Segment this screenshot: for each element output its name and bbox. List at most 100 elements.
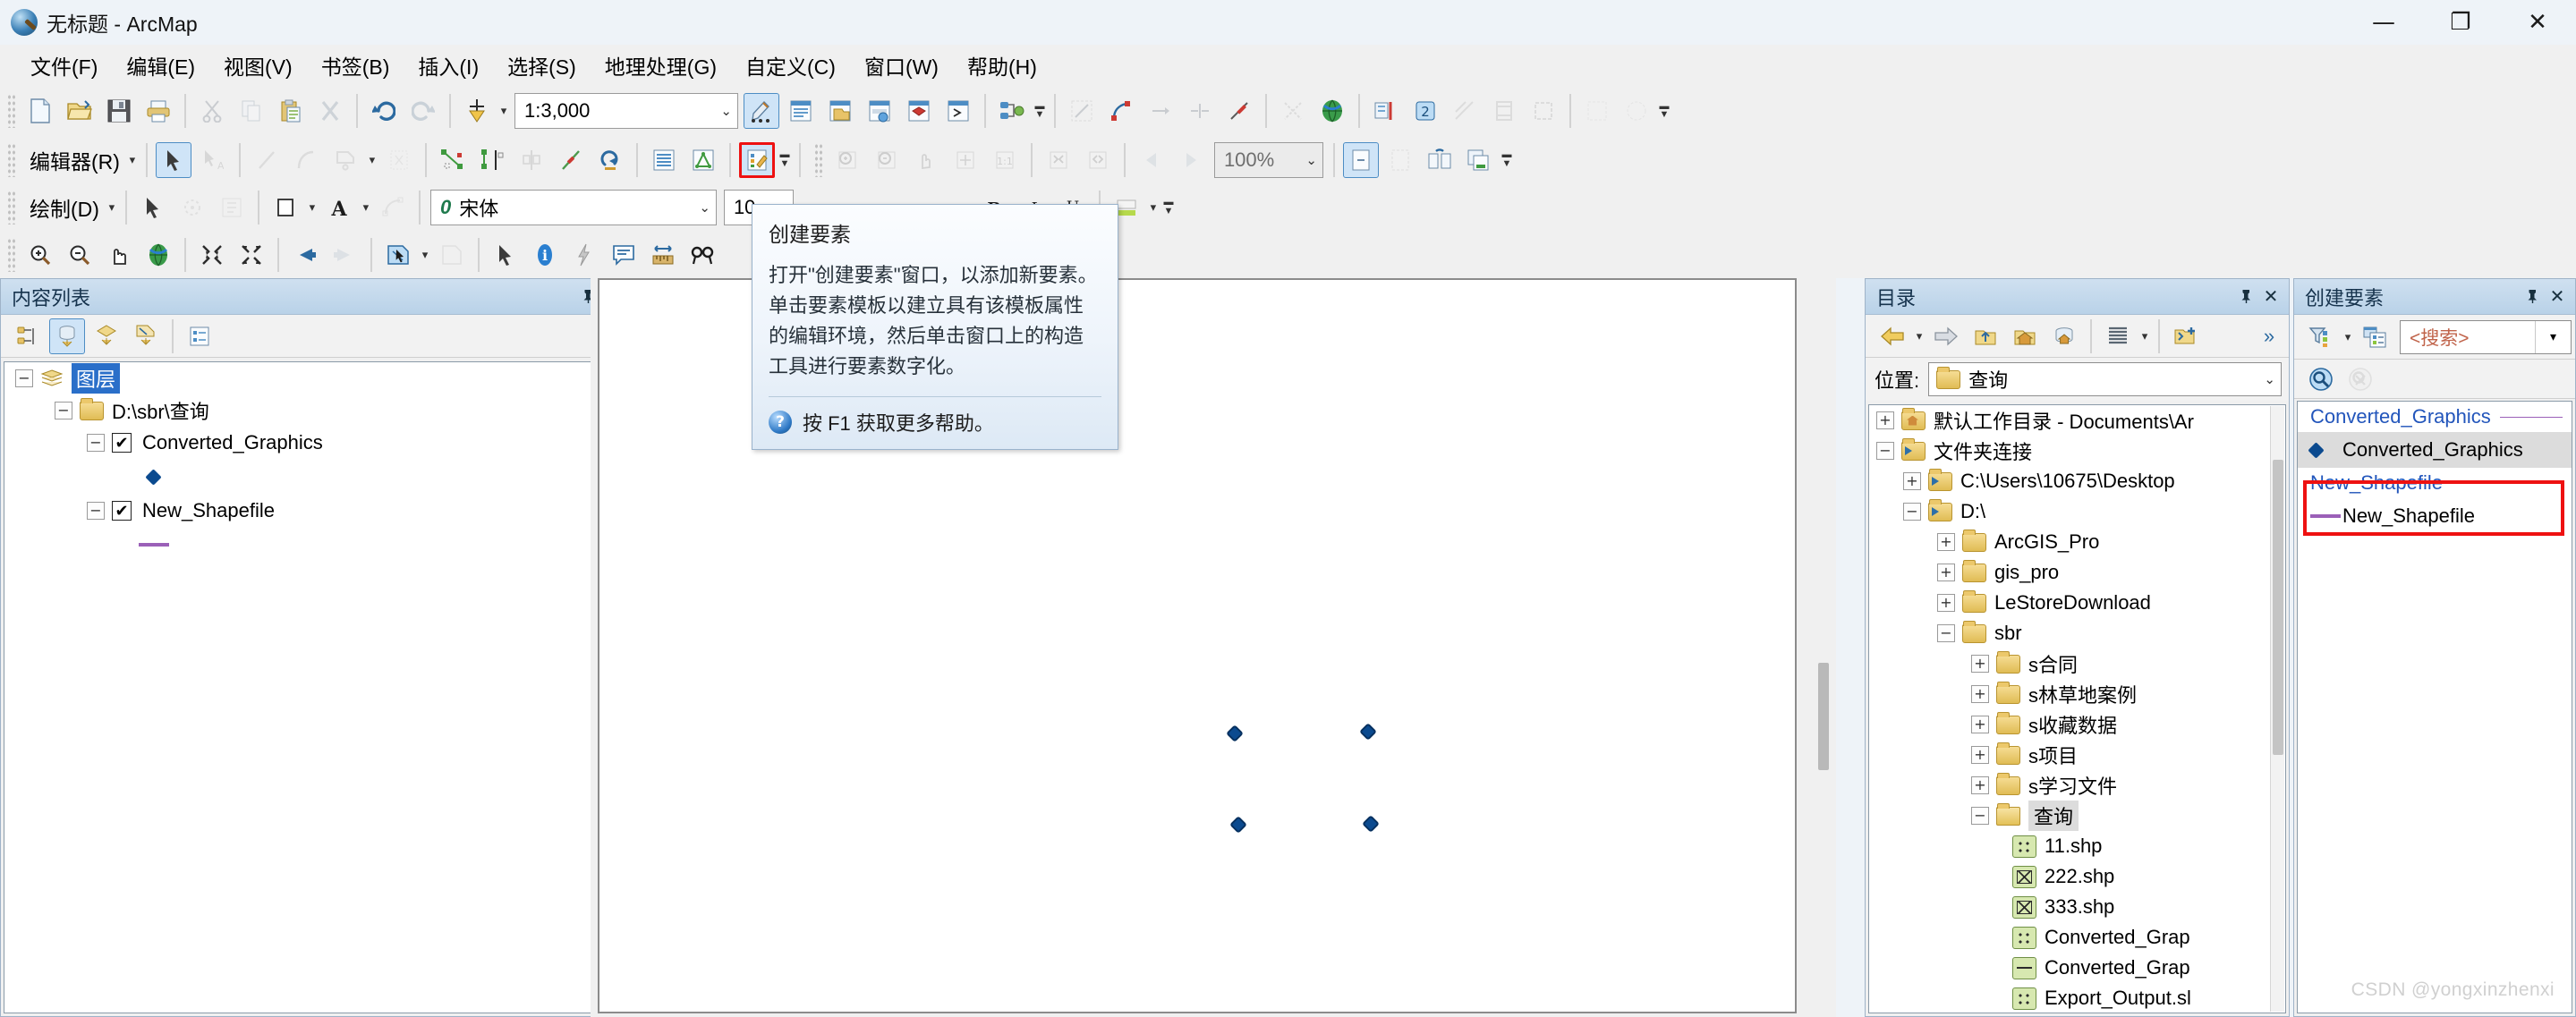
layer-visibility-checkbox[interactable]: ✔: [112, 501, 132, 521]
catalog-s-lincaodi[interactable]: + s林草地案例: [1869, 679, 2285, 709]
list-by-visibility-icon[interactable]: [89, 318, 124, 354]
map-point-2[interactable]: [1359, 723, 1377, 741]
curve-segment-icon[interactable]: [288, 142, 324, 178]
chevron-down-icon[interactable]: ⌄: [692, 199, 710, 216]
layer-visibility-checkbox[interactable]: ✔: [112, 433, 132, 453]
globe-topology-icon[interactable]: [1314, 93, 1350, 129]
trace-dropdown-icon[interactable]: ▾: [365, 142, 379, 178]
menu-geoprocessing[interactable]: 地理处理(G): [591, 47, 731, 84]
list-by-selection-icon[interactable]: [128, 318, 164, 354]
expander-icon[interactable]: +: [1971, 655, 1989, 673]
find-icon[interactable]: [684, 237, 720, 273]
expander-icon[interactable]: −: [87, 434, 105, 452]
list-by-source-icon[interactable]: [49, 318, 85, 354]
drawing-menu-dropdown-icon[interactable]: ▾: [105, 190, 119, 225]
fixed-zoom-out-map-icon[interactable]: [234, 237, 269, 273]
reshape-feature-icon[interactable]: [474, 142, 510, 178]
redo-icon[interactable]: [405, 93, 441, 129]
toolbar-overflow-icon[interactable]: ▬▼: [1160, 189, 1177, 226]
sketch-properties-icon[interactable]: [685, 142, 721, 178]
go-back-extent-icon[interactable]: [287, 237, 323, 273]
cf-item-new-shapefile[interactable]: New_Shapefile: [2298, 498, 2572, 534]
measure-icon[interactable]: [645, 237, 681, 273]
map-point-3[interactable]: [1229, 816, 1247, 834]
font-color-dropdown-icon[interactable]: ▾: [359, 190, 373, 225]
menu-edit[interactable]: 编辑(E): [112, 47, 209, 84]
template-search-input[interactable]: <搜索>: [2401, 324, 2535, 351]
close-icon[interactable]: ✕: [2258, 284, 2283, 309]
toolbar-overflow-icon[interactable]: ▬▼: [1499, 141, 1515, 179]
back-dropdown-icon[interactable]: ▾: [1912, 318, 1926, 354]
editor-toolbar-toggle-icon[interactable]: [744, 93, 779, 129]
filter-dropdown-icon[interactable]: ▾: [2341, 319, 2355, 355]
smooth-icon[interactable]: [1619, 93, 1654, 129]
clear-search-icon[interactable]: [2342, 361, 2378, 397]
toggle-draft-mode-icon[interactable]: [1343, 142, 1379, 178]
expander-icon[interactable]: +: [1937, 594, 1955, 612]
toc-tree[interactable]: − 图层 − D:\sbr\查询 − ✔ Converted_Graphics: [4, 361, 628, 1013]
map-vertical-scrollbar[interactable]: [1816, 278, 1831, 1013]
catalog-shp-333[interactable]: 333.shp: [1869, 892, 2285, 922]
default-geodatabase-icon[interactable]: [2046, 318, 2082, 354]
drawing-menu-label[interactable]: 绘制(D): [21, 190, 105, 225]
menu-help[interactable]: 帮助(H): [953, 47, 1051, 84]
catalog-arcgis-pro[interactable]: + ArcGIS_Pro: [1869, 527, 2285, 557]
model-builder-icon[interactable]: [994, 93, 1030, 129]
expander-icon[interactable]: +: [1971, 746, 1989, 764]
map-scale-combo[interactable]: 1:3,000 ⌄: [514, 93, 738, 129]
expander-icon[interactable]: −: [15, 369, 33, 387]
catalog-window-icon[interactable]: [822, 93, 858, 129]
catalog-s-hetong[interactable]: + s合同: [1869, 648, 2285, 679]
toolbox-window-icon[interactable]: [901, 93, 937, 129]
menu-view[interactable]: 视图(V): [209, 47, 307, 84]
connect-to-folder-icon[interactable]: [2168, 318, 2204, 354]
catalog-overflow-icon[interactable]: »: [2257, 324, 2282, 349]
toolbar-grip[interactable]: [7, 94, 16, 128]
rotate-feature-icon[interactable]: [592, 142, 628, 178]
chevron-down-icon[interactable]: ⌄: [713, 103, 732, 119]
close-icon[interactable]: ✕: [2545, 284, 2570, 309]
menu-bookmarks[interactable]: 书签(B): [307, 47, 404, 84]
select-features-dropdown-icon[interactable]: ▾: [418, 237, 432, 273]
catalog-vertical-scrollbar[interactable]: [2270, 406, 2284, 1012]
search-icon[interactable]: [2303, 361, 2339, 397]
filter-templates-icon[interactable]: [2303, 319, 2339, 355]
change-layout-icon[interactable]: [1422, 142, 1458, 178]
expander-icon[interactable]: −: [1937, 624, 1955, 642]
edit-tool-icon[interactable]: [156, 142, 191, 178]
replace-geometry-icon[interactable]: [1526, 93, 1561, 129]
template-list[interactable]: Converted_Graphics Converted_Graphics Ne…: [2297, 401, 2572, 1013]
add-data-icon[interactable]: [459, 93, 495, 129]
catalog-shp-converted-graphics-point[interactable]: Converted_Grap: [1869, 922, 2285, 953]
toolbar-overflow-icon[interactable]: ▬▼: [777, 141, 793, 179]
toolbar-grip[interactable]: [814, 143, 823, 177]
font-color-icon[interactable]: A: [321, 190, 357, 225]
expander-icon[interactable]: +: [1971, 685, 1989, 703]
catalog-gis-pro[interactable]: + gis_pro: [1869, 557, 2285, 588]
modify-edge-icon[interactable]: [1143, 93, 1178, 129]
pan-icon[interactable]: [101, 237, 137, 273]
layout-back-icon[interactable]: [1134, 142, 1169, 178]
fixed-zoom-in-map-icon[interactable]: [194, 237, 230, 273]
hyperlink-icon[interactable]: [566, 237, 602, 273]
generalize-icon[interactable]: [1579, 93, 1615, 129]
toc-options-icon[interactable]: [182, 318, 217, 354]
map-scrollbar-thumb[interactable]: [1818, 663, 1829, 770]
rotate-element-icon[interactable]: [174, 190, 210, 225]
html-popup-icon[interactable]: [606, 237, 642, 273]
map-point-1[interactable]: [1226, 725, 1244, 742]
toc-root-layers[interactable]: − 图层: [4, 362, 627, 394]
layout-1to1-icon[interactable]: 1:1: [987, 142, 1023, 178]
home-folder-icon[interactable]: [2007, 318, 2043, 354]
catalog-chaxun[interactable]: − 查询: [1869, 801, 2285, 831]
catalog-shp-222[interactable]: 222.shp: [1869, 861, 2285, 892]
cut-icon[interactable]: [194, 93, 230, 129]
create-features-button[interactable]: [739, 142, 775, 178]
cf-item-converted-graphics[interactable]: Converted_Graphics: [2298, 432, 2572, 468]
font-family-combo[interactable]: 0 宋体 ⌄: [430, 190, 717, 225]
select-features-icon[interactable]: [380, 237, 416, 273]
editor-menu-label[interactable]: 编辑器(R): [21, 142, 125, 178]
catalog-s-xuexi[interactable]: + s学习文件: [1869, 770, 2285, 801]
catalog-tree[interactable]: + 默认工作目录 - Documents\Ar − 文件夹连接 + C:\Use…: [1868, 404, 2286, 1013]
catalog-desktop[interactable]: + C:\Users\10675\Desktop: [1869, 466, 2285, 496]
